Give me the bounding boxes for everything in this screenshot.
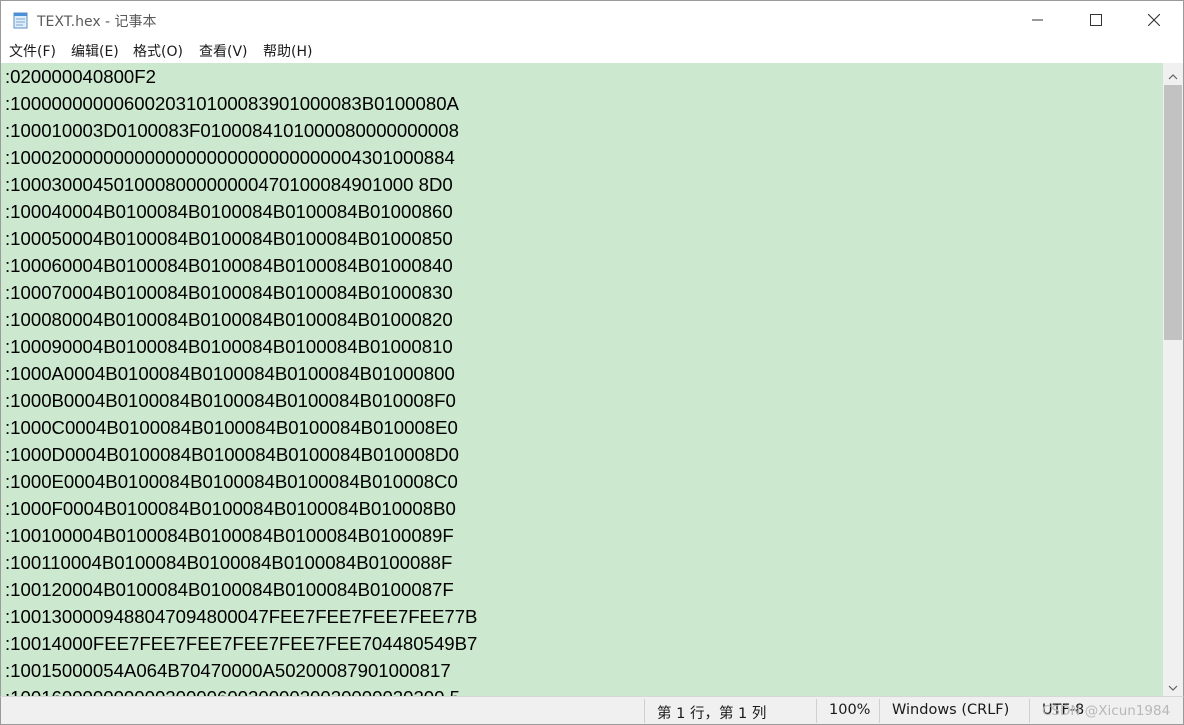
text-line: :100120004B0100084B0100084B0100084B01000… bbox=[5, 579, 454, 600]
minimize-button[interactable] bbox=[1009, 1, 1067, 39]
text-line: :100160000000000200006002000020020000020… bbox=[5, 687, 460, 696]
scroll-up-button[interactable] bbox=[1163, 64, 1183, 84]
vertical-scrollbar[interactable] bbox=[1163, 63, 1184, 696]
scroll-down-button[interactable] bbox=[1163, 675, 1183, 695]
text-line: :100020000000000000000000000000000430100… bbox=[5, 147, 455, 168]
text-line: :1000000000060020310100083901000083B0100… bbox=[5, 93, 459, 114]
menu-view[interactable]: 查看(V) bbox=[199, 41, 248, 61]
chevron-up-icon bbox=[1168, 65, 1178, 84]
status-bar: 第 1 行，第 1 列 100% Windows (CRLF) UTF-8 CS… bbox=[0, 696, 1184, 725]
close-button[interactable] bbox=[1125, 1, 1183, 39]
menu-file[interactable]: 文件(F) bbox=[9, 41, 56, 61]
text-line: :100100004B0100084B0100084B0100084B01000… bbox=[5, 525, 454, 546]
maximize-button[interactable] bbox=[1067, 1, 1125, 39]
text-line: :100090004B0100084B0100084B0100084B01000… bbox=[5, 336, 453, 357]
text-line: :1000E0004B0100084B0100084B0100084B01000… bbox=[5, 471, 458, 492]
scroll-thumb[interactable] bbox=[1164, 85, 1182, 340]
close-icon bbox=[1147, 11, 1161, 30]
text-line: :1000D0004B0100084B0100084B0100084B01000… bbox=[5, 444, 459, 465]
zoom-level: 100% bbox=[829, 702, 871, 718]
text-line: :1000C0004B0100084B0100084B0100084B01000… bbox=[5, 417, 458, 438]
cursor-position: 第 1 行，第 1 列 bbox=[657, 706, 767, 722]
text-line: :1000F0004B0100084B0100084B0100084B01000… bbox=[5, 498, 456, 519]
status-divider bbox=[879, 699, 880, 723]
text-line: :10015000054A064B70470000A50200087901000… bbox=[5, 660, 451, 681]
text-line: :100070004B0100084B0100084B0100084B01000… bbox=[5, 282, 453, 303]
status-divider bbox=[816, 699, 817, 723]
chevron-down-icon bbox=[1168, 676, 1178, 695]
text-line: :1000B0004B0100084B0100084B0100084B01000… bbox=[5, 390, 456, 411]
text-line: :100110004B0100084B0100084B0100084B01000… bbox=[5, 552, 453, 573]
status-divider bbox=[644, 699, 645, 723]
status-divider bbox=[1029, 699, 1030, 723]
minimize-icon bbox=[1032, 11, 1044, 30]
menu-format[interactable]: 格式(O) bbox=[133, 41, 183, 61]
window-title: TEXT.hex - 记事本 bbox=[37, 14, 157, 30]
text-line: :100010003D0100083F010008410100008000000… bbox=[5, 120, 459, 141]
notepad-icon bbox=[13, 11, 29, 29]
text-line: :100040004B0100084B0100084B0100084B01000… bbox=[5, 201, 453, 222]
menu-bar: 文件(F) 编辑(E) 格式(O) 查看(V) 帮助(H) bbox=[0, 38, 1184, 63]
text-line: :100030004501000800000000470100084901000… bbox=[5, 174, 453, 195]
menu-help[interactable]: 帮助(H) bbox=[263, 41, 312, 61]
watermark: CSDN @Xicun1984 bbox=[1042, 703, 1171, 719]
text-line: :100060004B0100084B0100084B0100084B01000… bbox=[5, 255, 453, 276]
text-line: :100050004B0100084B0100084B0100084B01000… bbox=[5, 228, 453, 249]
maximize-icon bbox=[1090, 11, 1102, 30]
menu-edit[interactable]: 编辑(E) bbox=[71, 41, 119, 61]
text-line: :100080004B0100084B0100084B0100084B01000… bbox=[5, 309, 453, 330]
text-line: :10014000FEE7FEE7FEE7FEE7FEE7FEE70448054… bbox=[5, 633, 478, 654]
text-line: :1001300009488047094800047FEE7FEE7FEE7FE… bbox=[5, 606, 478, 627]
line-ending: Windows (CRLF) bbox=[892, 702, 1010, 718]
text-line: :020000040800F2 bbox=[5, 66, 156, 87]
title-bar: TEXT.hex - 记事本 bbox=[0, 0, 1184, 38]
text-editor[interactable]: :020000040800F2 :100000000006002031010008… bbox=[0, 63, 1163, 696]
text-line: :1000A0004B0100084B0100084B0100084B01000… bbox=[5, 363, 455, 384]
